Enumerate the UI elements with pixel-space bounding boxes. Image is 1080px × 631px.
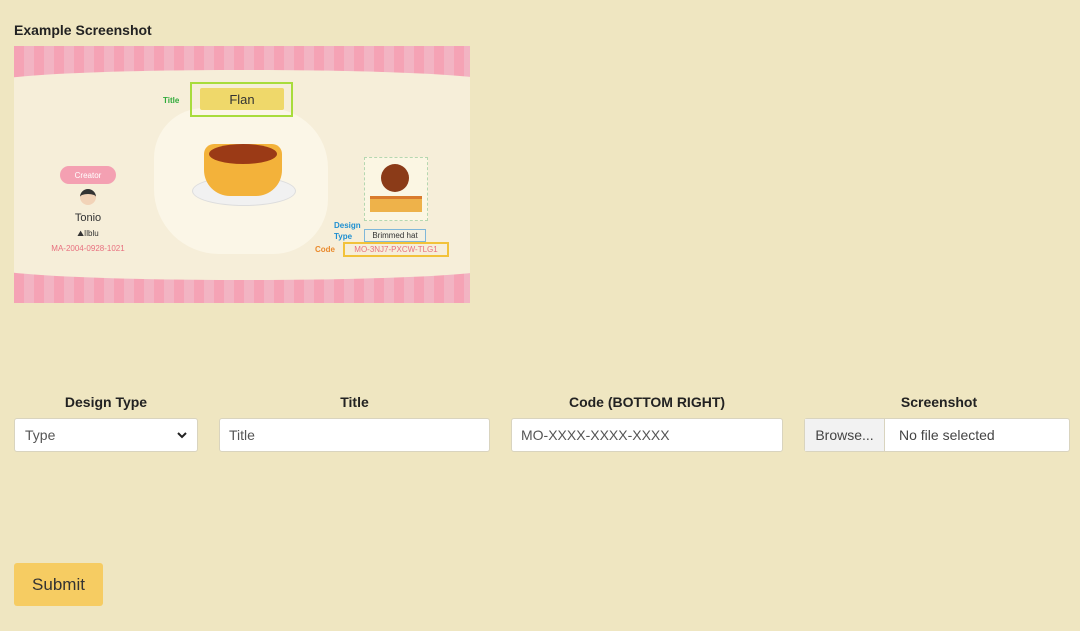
- title-banner: Flan: [200, 88, 284, 110]
- title-input[interactable]: [219, 418, 490, 452]
- chevron-down-icon: [177, 432, 187, 439]
- annotation-title: Title: [163, 96, 180, 105]
- design-type-label: Design Type: [64, 394, 148, 410]
- annotation-code: Code: [315, 245, 335, 254]
- code-input[interactable]: [511, 418, 783, 452]
- annotation-design-type-text: Design Type: [334, 221, 361, 241]
- annotation-design-type: Design Type: [334, 220, 362, 242]
- example-screenshot-label: Example Screenshot: [14, 22, 152, 38]
- title-label: Title: [340, 394, 369, 410]
- island-icon: ⛰: [77, 229, 85, 238]
- flan-caramel: [209, 144, 277, 164]
- creator-island: ⛰Ilblu: [54, 229, 122, 239]
- example-screenshot-image: Title Flan Creator Tonio ⛰Ilblu MA-2004-…: [14, 46, 470, 303]
- code-label: Code (BOTTOM RIGHT): [568, 394, 726, 410]
- browse-button[interactable]: Browse...: [805, 419, 885, 451]
- design-preview: [364, 157, 428, 221]
- creator-code: MA-2004-0928-1021: [51, 244, 125, 253]
- creator-badge: Creator: [60, 166, 116, 184]
- file-status: No file selected: [899, 427, 995, 443]
- creator-island-name: Ilblu: [84, 229, 99, 238]
- code-value: MO-3NJ7-PXCW-TLG1: [343, 242, 449, 257]
- design-preview-stripe: [370, 196, 422, 212]
- submit-button[interactable]: Submit: [14, 563, 103, 606]
- design-type-select[interactable]: Type: [14, 418, 198, 452]
- design-preview-top: [381, 164, 409, 192]
- screenshot-file-input[interactable]: Browse... No file selected: [804, 418, 1070, 452]
- avatar: [80, 189, 96, 205]
- design-type-value: Brimmed hat: [364, 229, 426, 242]
- bottom-wave: [14, 256, 470, 280]
- screenshot-label: Screenshot: [900, 394, 978, 410]
- creator-name: Tonio: [74, 212, 102, 224]
- design-type-selected: Type: [25, 427, 56, 443]
